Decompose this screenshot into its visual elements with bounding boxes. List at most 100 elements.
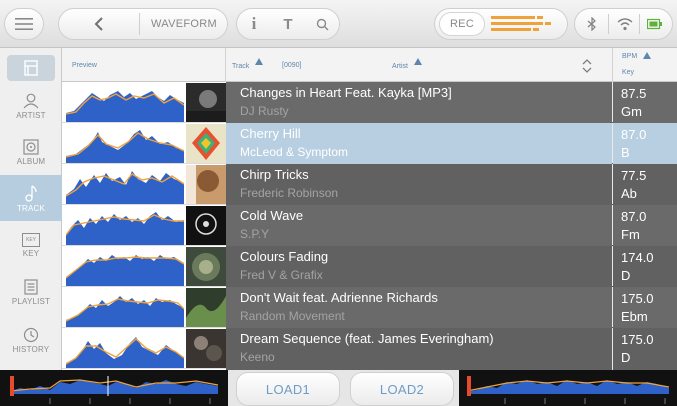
album-art: [186, 288, 226, 327]
track-list-header: Track [0090] Artist: [226, 48, 612, 82]
preview-row[interactable]: [62, 82, 226, 123]
sidebar-item-label: KEY: [22, 248, 40, 258]
track-artist: Keeno: [240, 350, 275, 364]
album-art: [186, 247, 226, 286]
album-art: [186, 206, 226, 245]
sort-ascending-icon: [413, 58, 422, 65]
battery-icon: [647, 18, 662, 30]
filter-icon: T: [283, 15, 293, 33]
preview-waveform: [66, 288, 184, 327]
bpm-key-cell: 174.0 D: [613, 246, 677, 287]
deck2-waveform: [459, 370, 677, 406]
chevron-left-icon: [94, 17, 103, 31]
track-artist: McLeod & Symptom: [240, 145, 349, 159]
sidebar-item-label: TRACK: [16, 203, 46, 213]
menu-icon: [15, 18, 33, 30]
table-row[interactable]: Cold Wave S.P.Y 87.0 Fm: [226, 205, 677, 246]
track-title: Dream Sequence (feat. James Everingham): [240, 331, 494, 346]
album-icon: [23, 138, 39, 155]
music-note-icon: [25, 184, 37, 202]
table-row[interactable]: Chirp Tricks Frederic Robinson 77.5 Ab: [226, 164, 677, 205]
load2-button[interactable]: LOAD2: [350, 372, 454, 406]
sort-bpm-button[interactable]: BPM: [622, 52, 652, 60]
sort-ascending-icon: [643, 52, 652, 59]
key-icon: KEY: [22, 232, 40, 247]
preview-row[interactable]: [62, 328, 226, 369]
track-title: Chirp Tricks: [240, 167, 309, 182]
preview-row[interactable]: [62, 246, 226, 287]
back-button[interactable]: [59, 9, 139, 39]
album-art: [186, 124, 226, 163]
track-cell: Chirp Tricks Frederic Robinson: [226, 164, 612, 205]
filter-button[interactable]: T: [271, 9, 305, 39]
album-art: [186, 165, 226, 204]
waveform-nav-group: WAVEFORM: [58, 8, 228, 40]
rec-level-meter: [491, 16, 551, 31]
track-bpm: 175.0: [621, 291, 654, 306]
table-row[interactable]: Dream Sequence (feat. James Everingham) …: [226, 328, 677, 370]
sidebar-item-label: ARTIST: [16, 110, 46, 120]
track-key: Ab: [621, 186, 637, 201]
history-icon: [23, 327, 39, 342]
column-switch-icon[interactable]: [581, 58, 593, 74]
playlist-icon: [24, 278, 38, 295]
track-title: Cherry Hill: [240, 126, 301, 141]
track-key: Fm: [621, 227, 640, 242]
sort-track-button[interactable]: Track: [232, 58, 264, 74]
rec-label: REC: [449, 18, 475, 30]
sidebar-item-track[interactable]: TRACK: [0, 175, 62, 221]
key-icon-text: KEY: [25, 236, 36, 243]
track-bpm: 175.0: [621, 332, 654, 347]
preview-row[interactable]: [62, 164, 226, 205]
waveform-label: WAVEFORM: [151, 18, 217, 30]
search-button[interactable]: [305, 9, 339, 39]
tools-group: i T: [236, 8, 340, 40]
preview-row[interactable]: [62, 123, 226, 164]
device-button[interactable]: [7, 55, 55, 81]
load2-label: LOAD2: [379, 381, 425, 397]
deck2-overview[interactable]: [459, 370, 677, 406]
track-key: Ebm: [621, 309, 648, 324]
info-button[interactable]: i: [237, 9, 271, 39]
sort-artist-button[interactable]: Artist: [392, 58, 422, 74]
track-list: Changes in Heart Feat. Kayka [MP3] DJ Ru…: [226, 82, 677, 370]
track-title: Changes in Heart Feat. Kayka [MP3]: [240, 85, 452, 100]
sidebar-item-key[interactable]: KEY KEY: [0, 224, 62, 266]
bpm-key-cell: 175.0 D: [613, 328, 677, 370]
table-row[interactable]: Colours Fading Fred V & Grafix 174.0 D: [226, 246, 677, 287]
track-artist: S.P.Y: [240, 227, 270, 241]
track-artist: DJ Rusty: [240, 104, 289, 118]
deck1-overview[interactable]: [0, 370, 228, 406]
preview-row[interactable]: [62, 287, 226, 328]
bpm-header-label: BPM: [622, 53, 638, 60]
preview-waveform: [66, 83, 184, 122]
track-title: Colours Fading: [240, 249, 329, 264]
table-row[interactable]: Changes in Heart Feat. Kayka [MP3] DJ Ru…: [226, 82, 677, 123]
menu-button[interactable]: [4, 8, 44, 40]
preview-row[interactable]: [62, 205, 226, 246]
waveform-button[interactable]: WAVEFORM: [140, 9, 228, 39]
rec-button[interactable]: REC: [439, 12, 485, 36]
track-key: B: [621, 145, 630, 160]
track-cell: Changes in Heart Feat. Kayka [MP3] DJ Ru…: [226, 82, 612, 123]
sidebar-item-label: PLAYLIST: [11, 296, 51, 306]
table-row-selected[interactable]: Cherry Hill McLeod & Symptom 87.0 B: [226, 123, 677, 164]
track-bpm: 87.0: [621, 209, 647, 224]
table-row[interactable]: Don't Wait feat. Adrienne Richards Rando…: [226, 287, 677, 328]
sidebar-item-artist[interactable]: ARTIST: [0, 84, 62, 128]
sidebar-item-album[interactable]: ALBUM: [0, 131, 62, 173]
preview-waveform: [66, 247, 184, 286]
track-cell: Don't Wait feat. Adrienne Richards Rando…: [226, 287, 612, 328]
key-header-label: Key: [622, 69, 635, 76]
top-bar: WAVEFORM i T REC: [0, 0, 677, 48]
track-cell: Dream Sequence (feat. James Everingham) …: [226, 328, 612, 370]
sidebar-item-playlist[interactable]: PLAYLIST: [0, 270, 62, 314]
rec-group: REC: [434, 8, 568, 40]
preview-waveform: [66, 329, 184, 368]
sidebar-item-history[interactable]: HISTORY: [0, 318, 62, 362]
bluetooth-icon: [587, 17, 596, 31]
load1-button[interactable]: LOAD1: [236, 372, 340, 406]
sort-ascending-icon: [255, 58, 264, 65]
bpm-key-cell: 87.5 Gm: [613, 82, 677, 123]
track-cell: Cold Wave S.P.Y: [226, 205, 612, 246]
